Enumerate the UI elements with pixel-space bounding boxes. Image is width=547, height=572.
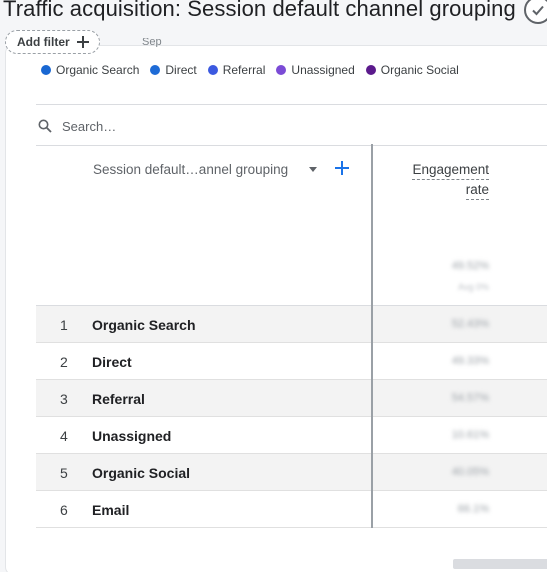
legend-label: Referral — [222, 63, 266, 77]
metric-total-value: 49.52% — [451, 260, 489, 272]
page: Traffic acquisition: Session default cha… — [0, 0, 547, 572]
column-divider[interactable] — [371, 144, 373, 528]
row-metric-value: 49.33% — [451, 355, 489, 367]
row-dimension-value: Referral — [92, 391, 145, 407]
row-dimension-value: Unassigned — [92, 428, 172, 444]
legend-label: Direct — [165, 63, 197, 77]
table-row[interactable]: 4 Unassigned 10.61% — [36, 417, 547, 454]
check-circle-icon[interactable] — [524, 0, 547, 24]
legend-item-direct[interactable]: Direct — [150, 63, 197, 77]
chart-axis-fragment: Sep — [142, 38, 162, 47]
page-title: Traffic acquisition: Session default cha… — [3, 0, 516, 21]
add-filter-button[interactable]: Add filter — [5, 30, 100, 54]
row-metric-value: 66.1% — [457, 503, 489, 515]
table-row[interactable]: 1 Organic Search 52.43% — [36, 306, 547, 343]
search-input[interactable] — [62, 115, 362, 137]
row-index: 3 — [60, 391, 68, 407]
table-row[interactable]: 3 Referral 54.57% — [36, 380, 547, 417]
row-dimension-value: Organic Social — [92, 465, 191, 481]
table-body: 1 Organic Search 52.43% 2 Direct 49.33% … — [36, 306, 547, 528]
horizontal-scrollbar-thumb[interactable] — [453, 559, 547, 569]
row-index: 6 — [60, 502, 68, 518]
add-dimension-plus-icon[interactable] — [335, 161, 349, 175]
row-dimension-value: Email — [92, 502, 130, 518]
legend-dot — [207, 65, 218, 75]
row-metric-value: 10.61% — [451, 429, 489, 441]
legend-label: Unassigned — [291, 63, 355, 77]
legend-dot — [365, 65, 376, 75]
title-row: Traffic acquisition: Session default cha… — [0, 0, 547, 24]
legend-item-organic-search[interactable]: Organic Search — [41, 63, 139, 77]
row-index: 2 — [60, 354, 68, 370]
plus-icon — [76, 36, 89, 48]
search-icon — [38, 119, 52, 133]
legend-item-organic-social[interactable]: Organic Social — [365, 63, 459, 77]
legend-label: Organic Search — [56, 63, 140, 77]
add-filter-label: Add filter — [17, 35, 70, 49]
metric-column-header[interactable]: Engagement rate — [412, 160, 489, 200]
legend-label: Organic Social — [380, 63, 459, 77]
metric-total-sub: Avg 0% — [458, 282, 489, 292]
row-metric-value: 40.05% — [451, 466, 489, 478]
legend-item-referral[interactable]: Referral — [207, 63, 266, 77]
chart-legend: Organic Search Direct Referral Unassigne… — [41, 63, 470, 77]
table-row[interactable]: 5 Organic Social 40.05% — [36, 454, 547, 491]
legend-dot — [41, 65, 51, 75]
legend-dot — [150, 65, 161, 75]
metric-header-line1: Engagement — [412, 161, 489, 180]
row-index: 5 — [60, 465, 68, 481]
caret-down-icon[interactable] — [309, 167, 317, 172]
metric-header-line2: rate — [465, 181, 489, 200]
legend-dot — [276, 65, 287, 75]
row-index: 1 — [60, 317, 68, 333]
row-metric-value: 52.43% — [451, 318, 489, 330]
table-search — [36, 104, 547, 146]
table-row[interactable]: 6 Email 66.1% — [36, 491, 547, 528]
row-dimension-value: Direct — [92, 354, 132, 370]
dimension-column-header[interactable]: Session default…annel grouping — [93, 162, 288, 177]
row-metric-value: 54.57% — [451, 392, 489, 404]
row-index: 4 — [60, 428, 68, 444]
legend-item-unassigned[interactable]: Unassigned — [276, 63, 355, 77]
row-dimension-value: Organic Search — [92, 317, 196, 333]
check-mark — [532, 5, 544, 16]
table-row[interactable]: 2 Direct 49.33% — [36, 343, 547, 380]
